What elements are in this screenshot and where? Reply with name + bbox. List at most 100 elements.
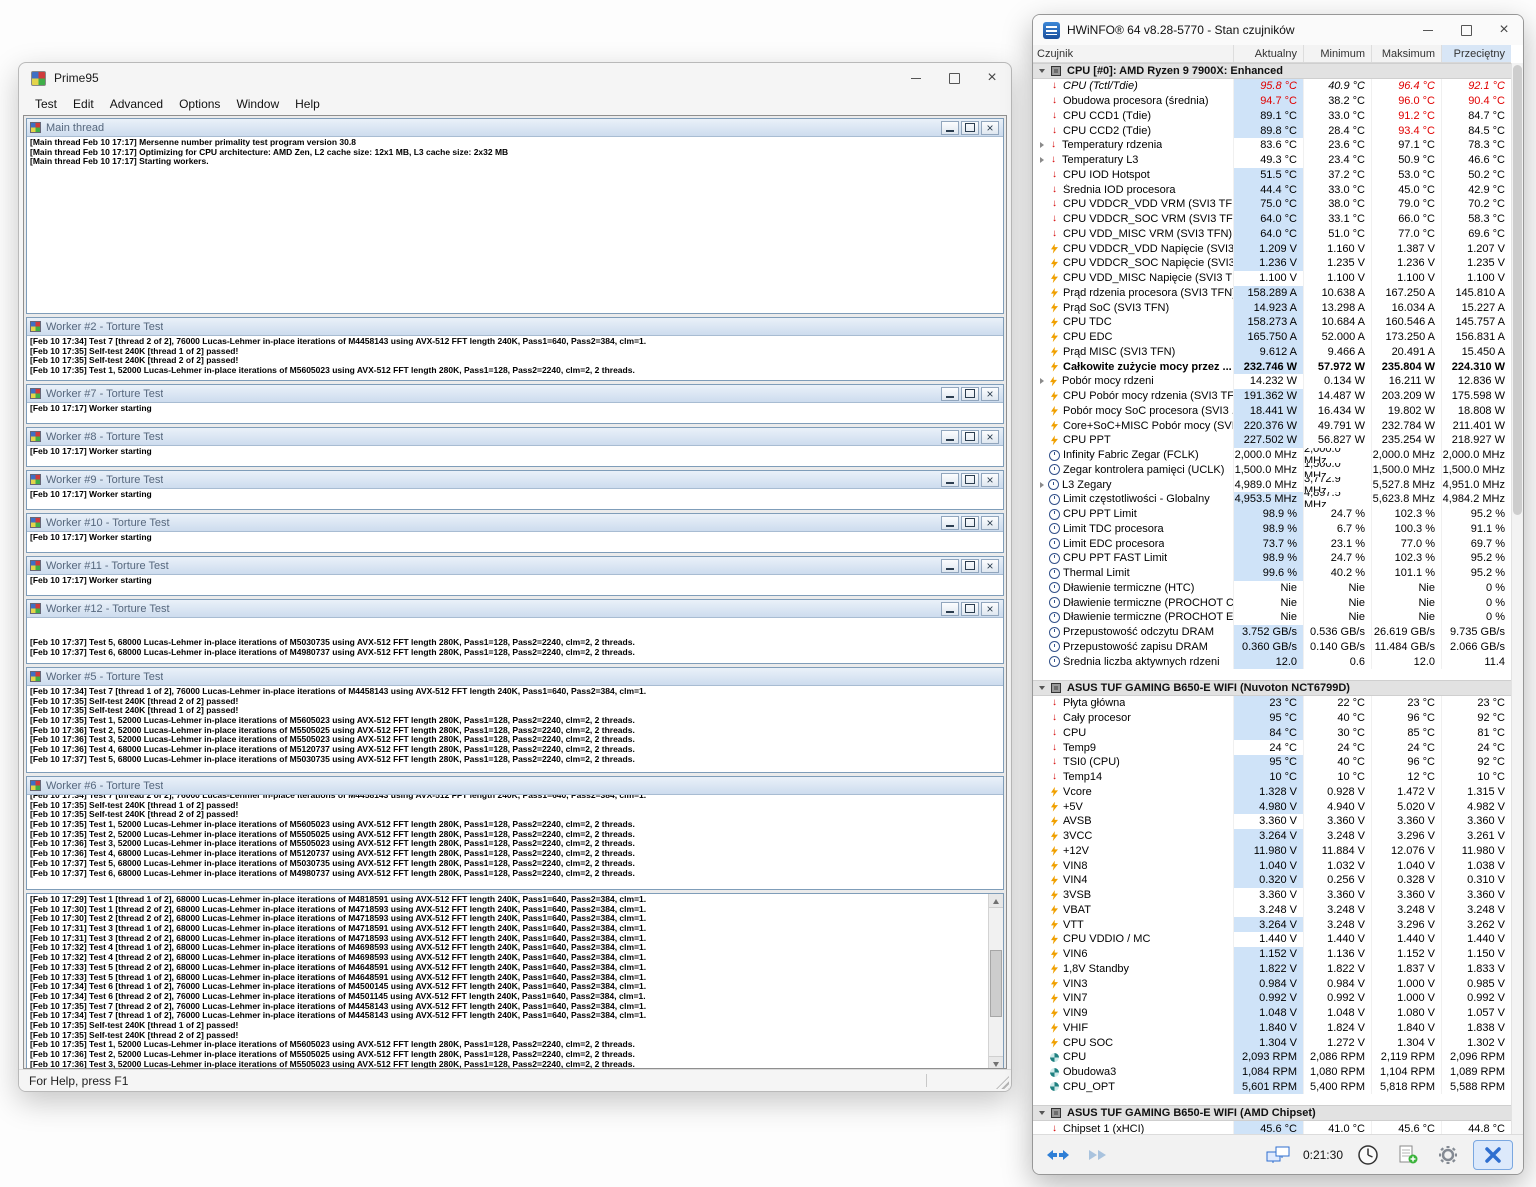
close-icon[interactable] (981, 121, 999, 135)
column-header-average[interactable]: Przeciętny (1441, 45, 1511, 62)
sensor-row[interactable]: Temperatury rdzenia83.6 °C23.6 °C97.1 °C… (1033, 138, 1511, 153)
column-header-sensor[interactable]: Czujnik (1033, 45, 1233, 62)
mdi-window-titlebar[interactable]: Main thread (27, 119, 1003, 137)
sensor-row[interactable]: Obudowa procesora (średnia)94.7 °C38.2 °… (1033, 94, 1511, 109)
column-header-current[interactable]: Aktualny (1233, 45, 1303, 62)
sensor-row[interactable]: Chipset 1 (xHCI)45.6 °C41.0 °C45.6 °C44.… (1033, 1121, 1511, 1134)
collapse-icon[interactable] (1039, 686, 1045, 690)
sensor-row[interactable]: Średnia IOD procesora44.4 °C33.0 °C45.0 … (1033, 182, 1511, 197)
menu-item-advanced[interactable]: Advanced (102, 95, 171, 113)
menu-item-window[interactable]: Window (228, 95, 287, 113)
sensor-row[interactable]: Pobór mocy SoC procesora (SVI3 ...18.441… (1033, 404, 1511, 419)
mdi-window-titlebar[interactable]: Worker #11 - Torture Test (27, 557, 1003, 575)
sensor-row[interactable]: CPU TDC158.273 A10.684 A160.546 A145.757… (1033, 315, 1511, 330)
sensor-row[interactable]: Przepustowość zapisu DRAM0.360 GB/s0.140… (1033, 640, 1511, 655)
mdi-window-titlebar[interactable]: Worker #12 - Torture Test (27, 600, 1003, 618)
restore-icon[interactable] (961, 387, 979, 401)
sensor-row[interactable]: Temp1410 °C10 °C12 °C10 °C (1033, 770, 1511, 785)
minimize-icon[interactable] (897, 63, 935, 93)
sensor-row[interactable]: Cały procesor95 °C40 °C96 °C92 °C (1033, 711, 1511, 726)
sensor-row[interactable]: CPU SOC1.304 V1.272 V1.304 V1.302 V (1033, 1035, 1511, 1050)
sensor-row[interactable]: Prąd rdzenia procesora (SVI3 TFN)158.289… (1033, 286, 1511, 301)
collapse-icon[interactable] (1039, 1111, 1045, 1115)
sensor-row[interactable]: Limit TDC procesora98.9 %6.7 %100.3 %91.… (1033, 522, 1511, 537)
sensor-row[interactable]: L3 Zegary4,989.0 MHz3,772.9 MHz5,527.8 M… (1033, 477, 1511, 492)
sensor-row[interactable]: CPU CCD2 (Tdie)89.8 °C28.4 °C93.4 °C84.5… (1033, 123, 1511, 138)
restore-icon[interactable] (961, 559, 979, 573)
expand-icon[interactable] (1040, 378, 1044, 384)
report-button[interactable] (1393, 1141, 1423, 1169)
sensor-row[interactable]: CPU VDDCR_SOC Napięcie (SVI3 T...1.236 V… (1033, 256, 1511, 271)
collapse-icon[interactable] (1039, 69, 1045, 73)
sensor-row[interactable]: Core+SoC+MISC Pobór mocy (SVI...220.376 … (1033, 418, 1511, 433)
sensor-row[interactable]: Prąd SoC (SVI3 TFN)14.923 A13.298 A16.03… (1033, 300, 1511, 315)
sensor-row[interactable]: Limit EDC procesora73.7 %23.1 %77.0 %69.… (1033, 536, 1511, 551)
close-icon[interactable] (1485, 15, 1523, 45)
sensor-row[interactable]: Prąd MISC (SVI3 TFN)9.612 A9.466 A20.491… (1033, 345, 1511, 360)
close-icon[interactable] (981, 473, 999, 487)
column-header-minimum[interactable]: Minimum (1303, 45, 1371, 62)
sensor-row[interactable]: Limit częstotliwości - Globalny4,953.5 M… (1033, 492, 1511, 507)
sensor-row[interactable]: CPU PPT FAST Limit98.9 %24.7 %102.3 %95.… (1033, 551, 1511, 566)
sensor-row[interactable]: CPU PPT Limit98.9 %24.7 %102.3 %95.2 % (1033, 507, 1511, 522)
sensor-row[interactable]: CPU VDDCR_VDD VRM (SVI3 TFN)75.0 °C38.0 … (1033, 197, 1511, 212)
scroll-down-icon[interactable] (989, 1056, 1003, 1069)
close-icon[interactable] (981, 559, 999, 573)
sensor-row[interactable]: 3VSB3.360 V3.360 V3.360 V3.360 V (1033, 888, 1511, 903)
sensor-row[interactable]: VIN91.048 V1.048 V1.080 V1.057 V (1033, 1006, 1511, 1021)
scrollbar-thumb[interactable] (990, 950, 1002, 1017)
close-icon[interactable] (981, 516, 999, 530)
mdi-window-titlebar[interactable]: Worker #10 - Torture Test (27, 514, 1003, 532)
restore-icon[interactable] (961, 473, 979, 487)
menu-item-options[interactable]: Options (171, 95, 228, 113)
sensor-row[interactable]: CPU VDDCR_SOC VRM (SVI3 TFN)64.0 °C33.1 … (1033, 212, 1511, 227)
sensor-row[interactable]: VIN70.992 V0.992 V1.000 V0.992 V (1033, 991, 1511, 1006)
restore-icon[interactable] (961, 516, 979, 530)
minimize-icon[interactable] (941, 516, 959, 530)
sensor-row[interactable]: VTT3.264 V3.248 V3.296 V3.262 V (1033, 917, 1511, 932)
sensor-row[interactable]: VBAT3.248 V3.248 V3.248 V3.248 V (1033, 903, 1511, 918)
maximize-icon[interactable] (1447, 15, 1485, 45)
prime95-titlebar[interactable]: Prime95 (19, 63, 1011, 93)
hwinfo-titlebar[interactable]: HWiNFO® 64 v8.28-5770 - Stan czujników (1033, 15, 1523, 45)
mdi-window-titlebar[interactable]: Worker #7 - Torture Test (27, 385, 1003, 403)
clock-button[interactable] (1353, 1141, 1383, 1169)
sensor-row[interactable]: Temp924 °C24 °C24 °C24 °C (1033, 740, 1511, 755)
minimize-icon[interactable] (941, 559, 959, 573)
minimize-icon[interactable] (1409, 15, 1447, 45)
sensor-row[interactable]: CPU Pobór mocy rdzenia (SVI3 TFN)191.362… (1033, 389, 1511, 404)
column-header-maximum[interactable]: Maksimum (1371, 45, 1441, 62)
close-icon[interactable] (981, 430, 999, 444)
restore-icon[interactable] (961, 430, 979, 444)
nav-arrows-button[interactable] (1043, 1141, 1073, 1169)
mdi-window-titlebar[interactable]: Worker #6 - Torture Test (27, 777, 1003, 795)
sensor-row[interactable]: Dławienie termiczne (HTC)NieNieNie0 % (1033, 581, 1511, 596)
sensor-row[interactable]: Płyta główna23 °C22 °C23 °C23 °C (1033, 696, 1511, 711)
sensor-section-header[interactable]: ASUS TUF GAMING B650-E WIFI (AMD Chipset… (1033, 1105, 1511, 1121)
fast-forward-button[interactable] (1083, 1141, 1113, 1169)
sensor-row[interactable]: VHIF1.840 V1.824 V1.840 V1.838 V (1033, 1021, 1511, 1036)
sensor-row[interactable]: Dławienie termiczne (PROCHOT EXT)NieNieN… (1033, 610, 1511, 625)
sensor-row[interactable]: CPU PPT227.502 W56.827 W235.254 W218.927… (1033, 433, 1511, 448)
close-icon[interactable] (973, 63, 1011, 93)
minimize-icon[interactable] (941, 473, 959, 487)
sensor-row[interactable]: CPU (Tctl/Tdie)95.8 °C40.9 °C96.4 °C92.1… (1033, 79, 1511, 94)
sensor-row[interactable]: Temperatury L349.3 °C23.4 °C50.9 °C46.6 … (1033, 153, 1511, 168)
sensor-section-header[interactable]: CPU [#0]: AMD Ryzen 9 7900X: Enhanced (1033, 63, 1511, 79)
restore-icon[interactable] (961, 602, 979, 616)
sensor-row[interactable]: VIN30.984 V0.984 V1.000 V0.985 V (1033, 976, 1511, 991)
sensor-scrollbar[interactable] (1511, 63, 1523, 1134)
expand-icon[interactable] (1040, 482, 1044, 488)
sensor-row[interactable]: 3VCC3.264 V3.248 V3.296 V3.261 V (1033, 829, 1511, 844)
expand-icon[interactable] (1040, 157, 1044, 163)
sensor-row[interactable]: Dławienie termiczne (PROCHOT CP...NieNie… (1033, 595, 1511, 610)
log-scrollbar[interactable] (988, 894, 1003, 1069)
close-icon[interactable] (981, 387, 999, 401)
sensor-section-header[interactable]: ASUS TUF GAMING B650-E WIFI (Nuvoton NCT… (1033, 680, 1511, 696)
menu-item-help[interactable]: Help (287, 95, 328, 113)
sensor-row[interactable]: CPU VDDIO / MC1.440 V1.440 V1.440 V1.440… (1033, 932, 1511, 947)
sensor-row[interactable]: Średnia liczba aktywnych rdzeni12.00.612… (1033, 654, 1511, 669)
sensor-row[interactable]: Przepustowość odczytu DRAM3.752 GB/s0.53… (1033, 625, 1511, 640)
sensor-row[interactable]: Pobór mocy rdzeni14.232 W0.134 W16.211 W… (1033, 374, 1511, 389)
sensor-row[interactable]: Thermal Limit99.6 %40.2 %101.1 %95.2 % (1033, 566, 1511, 581)
